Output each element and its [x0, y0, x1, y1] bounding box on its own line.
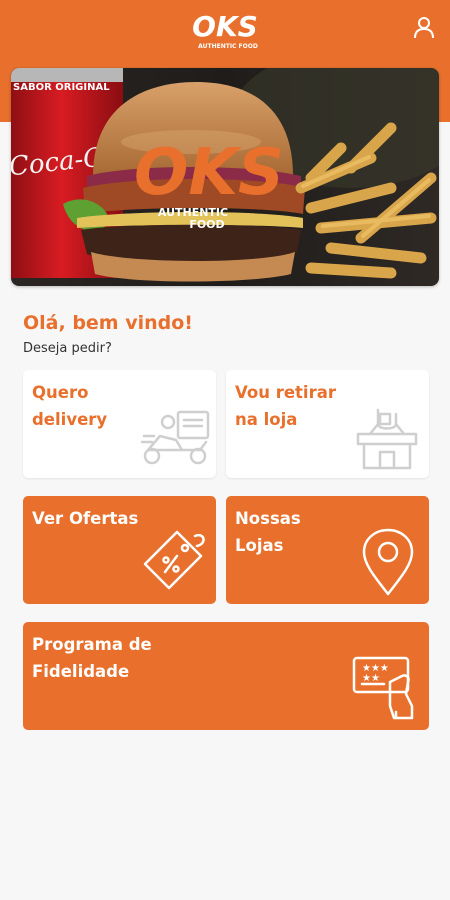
user-icon[interactable] [411, 14, 437, 40]
offers-card[interactable]: Ver Ofertas [23, 496, 216, 604]
logo-subtext: AUTHENTIC FOOD [198, 43, 258, 50]
location-pin-icon [362, 528, 414, 596]
burger-fries-photo: SABOR ORIGINAL Coca-Cola OKS AUTHENTIC F… [11, 68, 439, 286]
store-pickup-icon [356, 408, 418, 470]
hero-tagline-2: FOOD [189, 218, 224, 231]
stores-card[interactable]: Nossas Lojas [226, 496, 429, 604]
oks-logo: OKS AUTHENTIC FOOD [192, 10, 258, 50]
loyalty-card[interactable]: Programa de Fidelidade ★★★ ★★ [23, 622, 429, 730]
hero-banner: SABOR ORIGINAL Coca-Cola OKS AUTHENTIC F… [11, 68, 439, 286]
svg-text:★★: ★★ [362, 673, 380, 684]
delivery-card[interactable]: Quero delivery [23, 370, 216, 478]
pickup-card[interactable]: Vou retirar na loja [226, 370, 429, 478]
loyalty-label: Programa de Fidelidade [32, 635, 152, 681]
greeting-subtitle: Deseja pedir? [23, 341, 112, 356]
hero-logo-text: OKS [134, 136, 284, 210]
logo-text: OKS [192, 10, 258, 43]
can-label: SABOR ORIGINAL [13, 82, 110, 93]
loyalty-card-icon: ★★★ ★★ [352, 656, 414, 720]
delivery-scooter-icon [140, 410, 210, 465]
greeting-title: Olá, bem vindo! [23, 312, 193, 334]
discount-tag-icon [143, 530, 205, 590]
